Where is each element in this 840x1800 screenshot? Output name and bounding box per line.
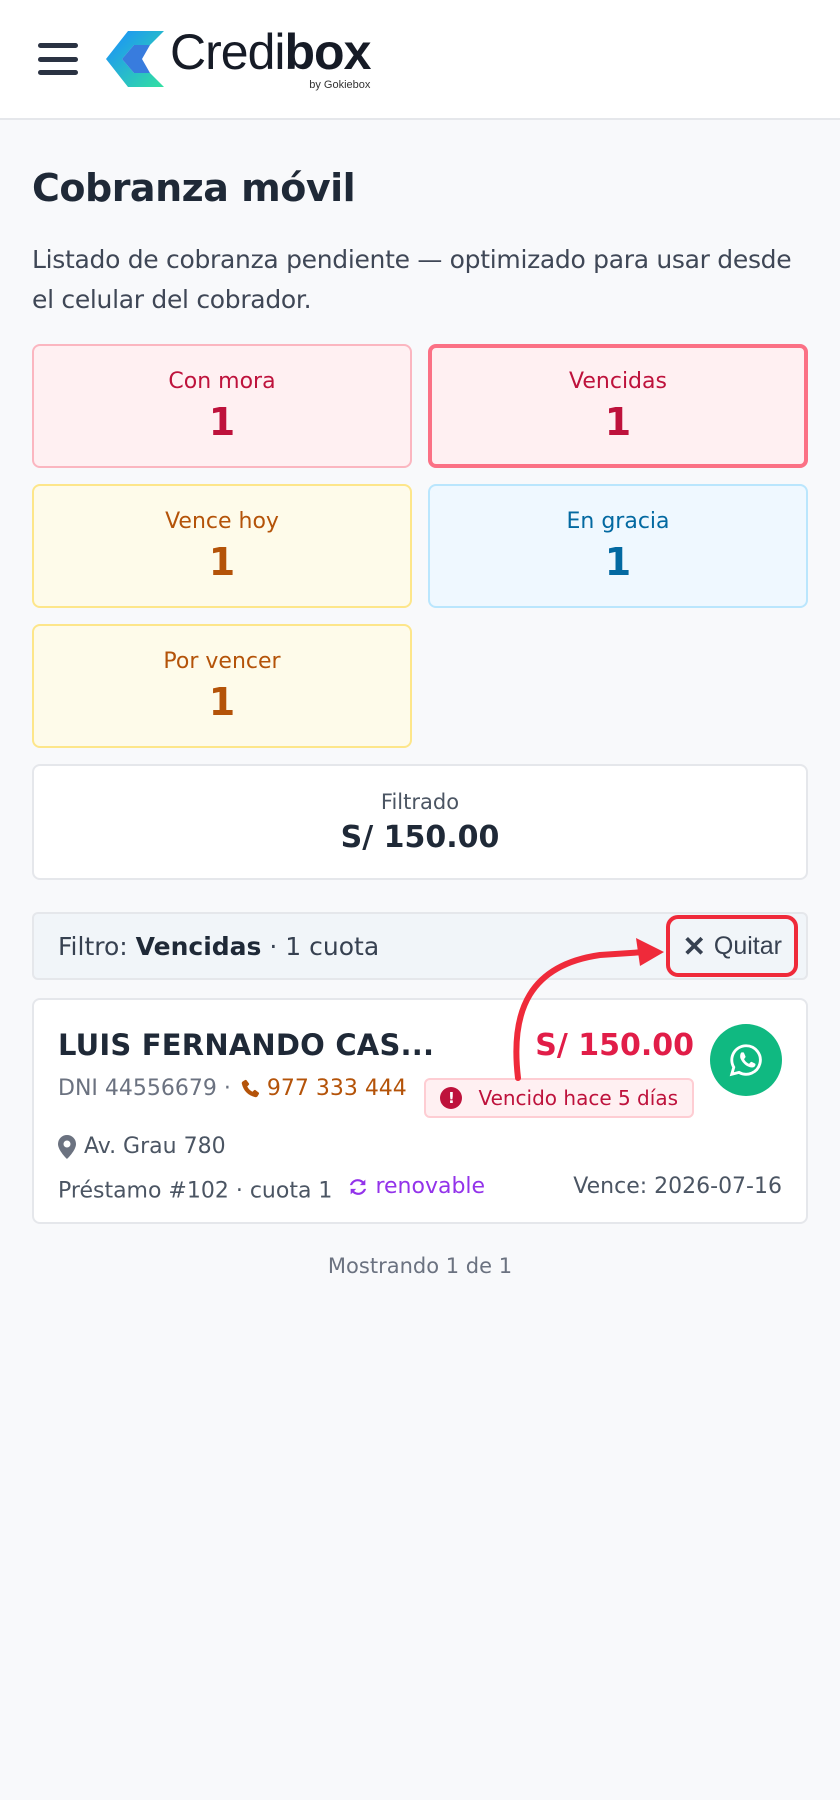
clear-filter-button[interactable]: ✕ Quitar: [666, 915, 798, 977]
filtered-total: Filtrado S/ 150.00: [32, 764, 808, 880]
filter-description: Filtro: Vencidas · 1 cuota: [58, 931, 380, 961]
stat-card-en-gracia[interactable]: En gracia 1: [428, 484, 808, 608]
results-count: Mostrando 1 de 1: [327, 1254, 513, 1278]
refresh-icon: [350, 1178, 367, 1195]
stat-label: Con mora: [168, 368, 276, 394]
stat-label: Vence hoy: [165, 508, 279, 534]
filter-name: Vencidas: [135, 931, 262, 961]
stat-value: 1: [604, 539, 632, 584]
credibox-logo-icon: [106, 31, 164, 87]
stat-value: 1: [604, 399, 632, 444]
stat-card-vencidas[interactable]: Vencidas 1: [428, 344, 808, 468]
top-bar: Credibox by Gokiebox: [0, 0, 840, 120]
close-icon: ✕: [682, 930, 706, 962]
credibox-logo[interactable]: Credibox by Gokiebox: [106, 24, 371, 91]
filtered-label: Filtrado: [380, 789, 460, 814]
whatsapp-icon: [729, 1044, 762, 1077]
stat-card-por-vencer[interactable]: Por vencer 1: [32, 624, 412, 748]
main-content: Cobranza móvil Listado de cobranza pendi…: [0, 166, 840, 1278]
phone-link[interactable]: 977 333 444: [239, 1076, 407, 1101]
client-address: Av. Grau 780: [58, 1134, 226, 1159]
collection-card[interactable]: LUIS FERNANDO CAS... S/ 150.00 DNI 44556…: [32, 998, 808, 1224]
overdue-text: Vencido hace 5 días: [478, 1086, 678, 1110]
amount-due: S/ 150.00: [535, 1028, 694, 1063]
loan-number: Préstamo #102 · cuota 1: [58, 1178, 333, 1204]
loan-info: Préstamo #102 · cuota 1 renovable Vence:…: [58, 1174, 782, 1204]
brand-name: Credibox: [170, 24, 371, 80]
stat-label: Vencidas: [569, 368, 667, 394]
client-name: LUIS FERNANDO CAS...: [58, 1028, 435, 1062]
stat-card-con-mora[interactable]: Con mora 1: [32, 344, 412, 468]
whatsapp-button[interactable]: [710, 1024, 782, 1096]
stat-label: Por vencer: [163, 648, 281, 674]
renewable-tag: renovable: [347, 1174, 485, 1199]
due-date: Vence: 2026-07-16: [573, 1174, 782, 1199]
page-title: Cobranza móvil: [32, 166, 356, 210]
map-pin-icon: [58, 1134, 76, 1159]
stat-label: En gracia: [566, 508, 670, 534]
stat-value: 1: [208, 679, 236, 724]
brand-subtitle: by Gokiebox: [309, 79, 371, 91]
address-text: Av. Grau 780: [84, 1134, 226, 1159]
stat-value: 1: [208, 539, 236, 584]
active-filter-bar: Filtro: Vencidas · 1 cuota ✕ Quitar: [32, 912, 808, 980]
clear-filter-label: Quitar: [713, 931, 782, 960]
phone-icon: [241, 1079, 259, 1097]
client-dni: DNI 44556679 ·: [58, 1076, 231, 1101]
overdue-badge: ! Vencido hace 5 días: [424, 1078, 694, 1118]
stats-grid: Con mora 1 Vencidas 1 Vence hoy 1 En gra…: [32, 344, 808, 748]
page-description: Listado de cobranza pendiente — optimiza…: [32, 245, 792, 314]
hamburger-menu-icon[interactable]: [38, 43, 78, 75]
alert-icon: !: [440, 1087, 463, 1109]
stat-card-vence-hoy[interactable]: Vence hoy 1: [32, 484, 412, 608]
phone-number: 977 333 444: [266, 1076, 407, 1101]
stat-value: 1: [208, 399, 236, 444]
client-contact: DNI 44556679 · 977 333 444: [58, 1076, 407, 1101]
filtered-amount: S/ 150.00: [340, 819, 500, 855]
